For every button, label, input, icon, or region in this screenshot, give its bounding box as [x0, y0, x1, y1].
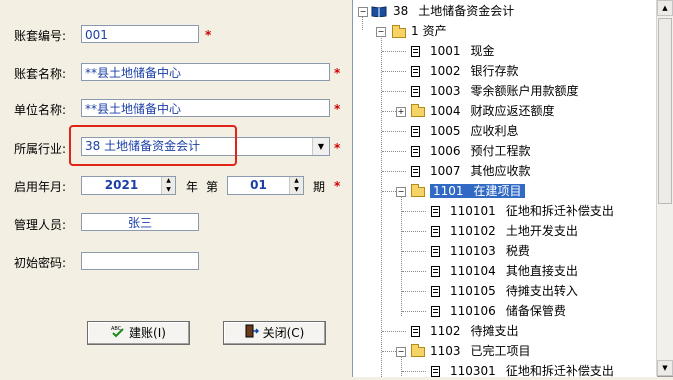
required-mark: *: [334, 102, 341, 116]
year-spin-buttons[interactable]: ▲ ▼: [161, 177, 175, 194]
start-date-label: 启用年月:: [14, 180, 67, 194]
folder-icon: [411, 344, 425, 357]
expand-icon[interactable]: +: [396, 107, 406, 117]
folder-icon: [411, 104, 425, 117]
tree-node[interactable]: 1007 其他应收款: [430, 162, 531, 180]
document-icon: [431, 286, 440, 297]
tree-node[interactable]: 1006 预付工程款: [430, 142, 531, 160]
tree-node[interactable]: 1103 已完工项目: [430, 342, 531, 360]
spin-up-icon[interactable]: ▲: [290, 177, 303, 185]
folder-icon: [411, 184, 425, 197]
highlight-box: [69, 125, 237, 166]
account-no-input[interactable]: 001: [81, 25, 199, 43]
tree-node[interactable]: 110103 税费: [450, 242, 530, 260]
tree-node[interactable]: 1005 应收利息: [430, 122, 519, 140]
period-value: 01: [250, 178, 267, 192]
scroll-up-icon[interactable]: ▲: [657, 0, 673, 16]
document-icon: [411, 326, 420, 337]
industry-label: 所属行业:: [14, 142, 67, 156]
document-icon: [411, 86, 420, 97]
manager-input[interactable]: 张三: [81, 213, 199, 231]
tree-node[interactable]: 110101 征地和拆迁补偿支出: [450, 202, 614, 220]
document-icon: [411, 126, 420, 137]
spin-up-icon[interactable]: ▲: [162, 177, 175, 185]
required-mark: *: [334, 66, 341, 80]
document-icon: [411, 66, 420, 77]
folder-open-icon: [392, 25, 406, 38]
chevron-down-icon[interactable]: ▼: [312, 138, 329, 155]
tree-root-node[interactable]: 38 土地储备资金会计: [393, 2, 514, 20]
document-icon: [431, 226, 440, 237]
password-label: 初始密码:: [14, 256, 67, 270]
period-prefix-label: 第: [206, 180, 219, 194]
document-icon: [411, 146, 420, 157]
industry-tree[interactable]: − 38 土地储备资金会计 − 1 资产 1001 现金 1002 银行存款 1003 零余额…: [352, 0, 657, 380]
collapse-icon[interactable]: −: [358, 7, 368, 17]
password-input[interactable]: [81, 252, 199, 270]
spin-down-icon[interactable]: ▼: [290, 186, 303, 194]
manager-label: 管理人员:: [14, 218, 67, 232]
document-icon: [411, 166, 420, 177]
tree-node[interactable]: 110106 储备保管费: [450, 302, 566, 320]
account-name-input[interactable]: **县土地储备中心: [81, 63, 330, 81]
account-setup-form: 账套编号: 001 * 账套名称: **县土地储备中心 * 单位名称: **县土…: [0, 0, 352, 377]
close-label: 关闭(C): [262, 326, 305, 340]
document-icon: [431, 246, 440, 257]
required-mark: *: [205, 28, 212, 42]
scroll-down-icon[interactable]: ▼: [657, 360, 673, 376]
spin-down-icon[interactable]: ▼: [162, 186, 175, 194]
period-spin-buttons[interactable]: ▲ ▼: [289, 177, 303, 194]
create-account-button[interactable]: ABC 建账(I): [87, 321, 190, 345]
create-account-label: 建账(I): [129, 326, 166, 340]
period-unit-label: 期: [313, 180, 326, 194]
tree-node[interactable]: 1004 财政应返还额度: [430, 102, 555, 120]
tree-group-node[interactable]: 1 资产: [411, 22, 447, 40]
tree-node[interactable]: 1003 零余额账户用款额度: [430, 82, 579, 100]
account-no-label: 账套编号:: [14, 29, 67, 43]
spellcheck-icon: ABC: [111, 323, 125, 345]
tree-node[interactable]: 110104 其他直接支出: [450, 262, 578, 280]
document-icon: [411, 46, 420, 57]
tree-node[interactable]: 1001 现金: [430, 42, 495, 60]
required-mark: *: [334, 141, 341, 155]
year-spinner[interactable]: 2021 ▲ ▼: [81, 176, 176, 195]
year-unit-label: 年: [186, 180, 199, 194]
document-icon: [431, 266, 440, 277]
selected-tree-node[interactable]: 1101 在建项目: [430, 184, 525, 198]
period-spinner[interactable]: 01 ▲ ▼: [227, 176, 304, 195]
tree-node[interactable]: 110105 待摊支出转入: [450, 282, 578, 300]
close-button[interactable]: 关闭(C): [223, 321, 326, 345]
account-name-label: 账套名称:: [14, 67, 67, 81]
book-icon: [371, 6, 387, 18]
tree-node[interactable]: 110102 土地开发支出: [450, 222, 578, 240]
document-icon: [431, 306, 440, 317]
unit-name-label: 单位名称:: [14, 103, 67, 117]
document-icon: [431, 366, 440, 377]
tree-node[interactable]: 1002 银行存款: [430, 62, 519, 80]
tree-node[interactable]: 1101 在建项目: [430, 182, 525, 200]
required-mark: *: [334, 179, 341, 193]
tree-node[interactable]: 110301 征地和拆迁补偿支出: [450, 362, 614, 380]
tree-scrollbar[interactable]: ▲ ▼: [656, 0, 673, 376]
unit-name-input[interactable]: **县土地储备中心: [81, 99, 330, 117]
scroll-thumb[interactable]: [658, 18, 672, 204]
year-value: 2021: [104, 178, 139, 192]
tree-node[interactable]: 1102 待摊支出: [430, 322, 519, 340]
exit-door-icon: [245, 323, 259, 345]
document-icon: [431, 206, 440, 217]
